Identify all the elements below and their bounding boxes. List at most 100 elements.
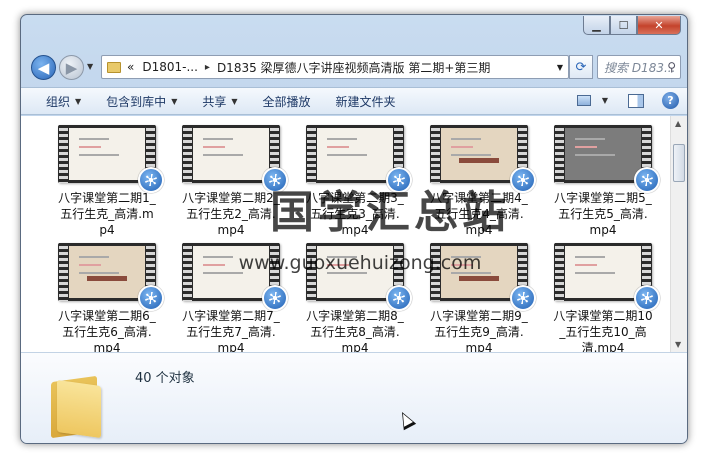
film-strip-edge	[59, 125, 68, 183]
chevron-down-icon: ▼	[171, 96, 178, 106]
search-icon[interactable]: ⚲	[667, 60, 676, 74]
file-list-view[interactable]: 八字课堂第二期1_五行生克_高清.mp4 八字课堂第二期2_五行生克2_高清.mp…	[21, 116, 687, 352]
breadcrumb-item[interactable]: D1801-...	[142, 60, 198, 74]
change-view-icon[interactable]	[576, 95, 591, 106]
video-frame	[193, 128, 269, 180]
video-thumbnail	[306, 243, 412, 311]
include-library-label: 包含到库中	[106, 94, 167, 109]
video-thumbnail	[430, 125, 536, 193]
breadcrumb-item-current[interactable]: D1835 梁厚德八字讲座视频高清版 第二期+第三期	[217, 59, 490, 76]
video-frame	[565, 246, 641, 298]
video-frame	[69, 246, 145, 298]
organize-label: 组织	[46, 94, 71, 109]
film-strip-edge	[555, 125, 564, 183]
film-strip-edge	[555, 243, 564, 301]
navigation-bar: ◀ ▶ ▼ « D1801-... ▸ D1835 梁厚德八字讲座视频高清版 第…	[21, 51, 687, 85]
maximize-button[interactable]: ☐	[610, 16, 637, 35]
video-frame	[69, 128, 145, 180]
file-name: 八字课堂第二期9_五行生克9_高清.mp4	[430, 309, 528, 352]
file-item[interactable]: 八字课堂第二期2_五行生克2_高清.mp4	[169, 125, 293, 243]
file-name: 八字课堂第二期5_五行生克5_高清.mp4	[554, 191, 652, 237]
media-player-icon	[510, 285, 536, 311]
video-frame	[441, 128, 517, 180]
video-frame	[317, 128, 393, 180]
file-item[interactable]: 八字课堂第二期7_五行生克7_高清.mp4	[169, 243, 293, 352]
scrollbar-thumb[interactable]	[673, 144, 685, 182]
video-thumbnail	[554, 125, 660, 193]
close-button[interactable]: ✕	[637, 16, 681, 35]
file-item[interactable]: 八字课堂第二期3_五行生克3_高清.mp4	[293, 125, 417, 243]
preview-pane-icon[interactable]	[628, 93, 644, 108]
film-strip-edge	[431, 125, 440, 183]
breadcrumb-separator-icon[interactable]: ▸	[205, 62, 210, 73]
refresh-button[interactable]: ⟳	[569, 55, 593, 79]
forward-button[interactable]: ▶	[59, 55, 84, 80]
video-thumbnail	[554, 243, 660, 311]
media-player-icon	[510, 167, 536, 193]
video-frame	[193, 246, 269, 298]
file-item[interactable]: 八字课堂第二期5_五行生克5_高清.mp4	[541, 125, 665, 243]
film-strip-edge	[183, 125, 192, 183]
video-thumbnail	[430, 243, 536, 311]
file-item[interactable]: 八字课堂第二期10_五行生克10_高清.mp4	[541, 243, 665, 352]
scroll-up-icon[interactable]: ▲	[675, 119, 681, 128]
minimize-button[interactable]: ▁	[583, 16, 610, 35]
video-thumbnail	[58, 243, 164, 311]
chevron-down-icon: ▼	[75, 96, 82, 106]
back-button[interactable]: ◀	[31, 55, 56, 80]
caption-buttons: ▁ ☐ ✕	[583, 16, 681, 35]
video-thumbnail	[182, 243, 288, 311]
file-name: 八字课堂第二期10_五行生克10_高清.mp4	[553, 309, 653, 352]
video-thumbnail	[58, 125, 164, 193]
file-name: 八字课堂第二期6_五行生克6_高清.mp4	[58, 309, 156, 352]
search-input[interactable]: 搜索 D183... ⚲	[597, 55, 681, 79]
file-item[interactable]: 八字课堂第二期9_五行生克9_高清.mp4	[417, 243, 541, 352]
include-in-library-button[interactable]: 包含到库中 ▼	[106, 93, 177, 110]
file-name: 八字课堂第二期8_五行生克8_高清.mp4	[306, 309, 404, 352]
file-item[interactable]: 八字课堂第二期1_五行生克_高清.mp4	[45, 125, 169, 243]
film-strip-edge	[59, 243, 68, 301]
help-icon[interactable]: ?	[662, 92, 679, 109]
file-item[interactable]: 八字课堂第二期6_五行生克6_高清.mp4	[45, 243, 169, 352]
share-button[interactable]: 共享 ▼	[202, 93, 237, 110]
media-player-icon	[262, 167, 288, 193]
recent-pages-dropdown[interactable]: ▼	[87, 62, 93, 71]
file-name: 八字课堂第二期2_五行生克2_高清.mp4	[182, 191, 280, 237]
view-options-dropdown-icon[interactable]: ▼	[602, 96, 608, 105]
video-frame	[565, 128, 641, 180]
scroll-down-icon[interactable]: ▼	[675, 340, 681, 349]
play-all-button[interactable]: 全部播放	[263, 93, 311, 110]
folder-icon	[51, 373, 101, 439]
media-player-icon	[138, 285, 164, 311]
media-player-icon	[634, 285, 660, 311]
file-item[interactable]: 八字课堂第二期4_五行生克4_高清.mp4	[417, 125, 541, 243]
media-player-icon	[386, 285, 412, 311]
folder-icon	[107, 61, 121, 73]
address-bar[interactable]: « D1801-... ▸ D1835 梁厚德八字讲座视频高清版 第二期+第三期…	[101, 55, 569, 79]
explorer-window: ▁ ☐ ✕ ◀ ▶ ▼ « D1801-... ▸ D1835 梁厚德八字讲座视…	[20, 14, 688, 444]
video-thumbnail	[306, 125, 412, 193]
file-grid: 八字课堂第二期1_五行生克_高清.mp4 八字课堂第二期2_五行生克2_高清.mp…	[45, 125, 660, 352]
share-label: 共享	[202, 94, 227, 109]
film-strip-edge	[183, 243, 192, 301]
search-placeholder: 搜索 D183...	[604, 60, 676, 75]
new-folder-button[interactable]: 新建文件夹	[336, 93, 396, 110]
file-name: 八字课堂第二期1_五行生克_高清.mp4	[58, 191, 156, 237]
item-count: 40 个对象	[135, 371, 195, 386]
media-player-icon	[634, 167, 660, 193]
media-player-icon	[138, 167, 164, 193]
organize-button[interactable]: 组织 ▼	[46, 93, 81, 110]
chevron-down-icon: ▼	[231, 96, 238, 106]
address-dropdown-icon[interactable]: ▼	[557, 63, 563, 72]
file-item[interactable]: 八字课堂第二期8_五行生克8_高清.mp4	[293, 243, 417, 352]
media-player-icon	[386, 167, 412, 193]
file-name: 八字课堂第二期3_五行生克3_高清.mp4	[306, 191, 404, 237]
file-name: 八字课堂第二期4_五行生克4_高清.mp4	[430, 191, 528, 237]
details-pane: 40 个对象	[21, 352, 687, 443]
vertical-scrollbar[interactable]: ▲ ▼	[670, 116, 687, 352]
media-player-icon	[262, 285, 288, 311]
film-strip-edge	[431, 243, 440, 301]
file-name: 八字课堂第二期7_五行生克7_高清.mp4	[182, 309, 280, 352]
address-overflow-chevron[interactable]: «	[127, 60, 134, 74]
film-strip-edge	[307, 125, 316, 183]
